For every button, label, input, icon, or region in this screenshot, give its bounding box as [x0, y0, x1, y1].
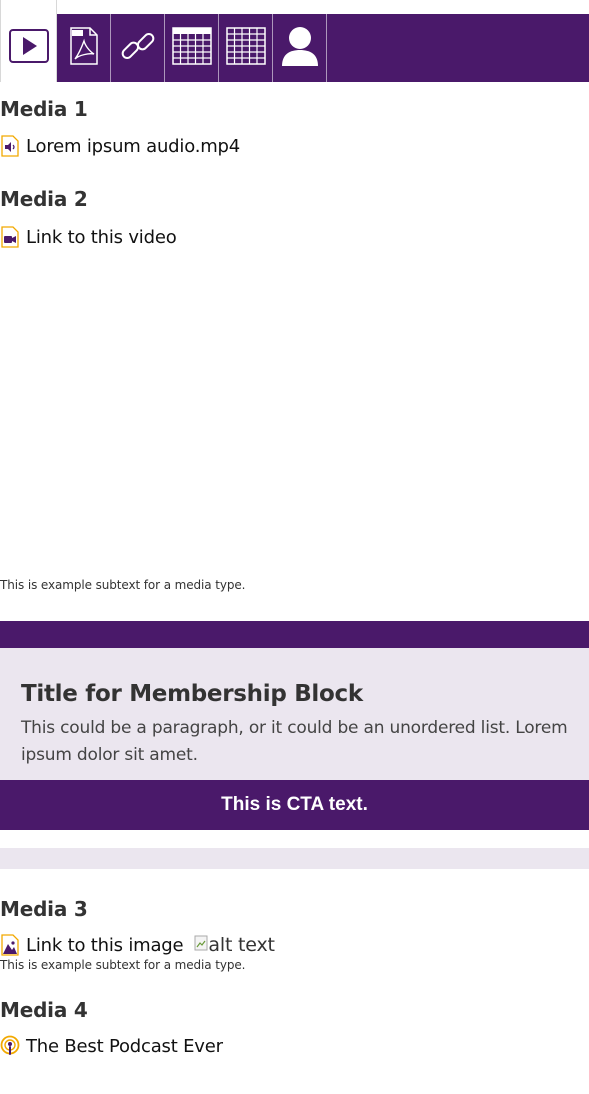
- link-icon: [118, 26, 158, 70]
- media-1-link[interactable]: Lorem ipsum audio.mp4: [26, 136, 240, 157]
- grid-large-icon: [225, 26, 266, 70]
- media-4-link[interactable]: The Best Podcast Ever: [26, 1036, 223, 1057]
- media-2-title: Media 2: [0, 187, 88, 211]
- media-4-section: Media 4 The Best Podcast Ever: [0, 998, 589, 1057]
- image-alt-text: alt text: [208, 934, 275, 956]
- media-3-link[interactable]: Link to this image: [26, 935, 184, 956]
- media-4-title: Media 4: [0, 998, 88, 1022]
- media-2-section: Media 2 Link to this video This is examp…: [0, 187, 589, 592]
- media-tab-bar: [0, 0, 589, 82]
- tab-table-large[interactable]: [219, 14, 273, 82]
- video-embed-area: [0, 248, 589, 578]
- tab-media[interactable]: [0, 0, 57, 82]
- tab-table-small[interactable]: [165, 14, 219, 82]
- user-icon: [280, 25, 320, 71]
- image-file-icon: [0, 934, 20, 956]
- media-1-link-row[interactable]: Lorem ipsum audio.mp4: [0, 135, 589, 157]
- broken-image-icon: [194, 934, 208, 956]
- media-4-link-row[interactable]: The Best Podcast Ever: [0, 1035, 589, 1057]
- membership-text: This could be a paragraph, or it could b…: [21, 718, 568, 765]
- media-1-section: Media 1 Lorem ipsum audio.mp4: [0, 97, 589, 157]
- media-3-title: Media 3: [0, 897, 88, 921]
- video-file-icon: [0, 226, 20, 248]
- podcast-icon: [0, 1035, 20, 1057]
- pdf-icon: [69, 27, 99, 69]
- tab-link[interactable]: [111, 14, 165, 82]
- media-2-link[interactable]: Link to this video: [26, 227, 177, 248]
- membership-footer: [0, 848, 589, 869]
- play-icon: [8, 29, 49, 67]
- audio-file-icon: [0, 135, 20, 157]
- grid-small-icon: [171, 26, 212, 70]
- media-3-link-row[interactable]: Link to this image alt text: [0, 934, 589, 956]
- membership-block: Title for Membership Block This could be…: [0, 648, 589, 830]
- media-2-link-row[interactable]: Link to this video: [0, 226, 589, 248]
- media-3-subtext: This is example subtext for a media type…: [0, 958, 246, 972]
- tab-pdf[interactable]: [57, 14, 111, 82]
- membership-header-bar: [0, 621, 589, 648]
- membership-title: Title for Membership Block: [21, 681, 363, 707]
- tab-profile[interactable]: [273, 14, 327, 82]
- media-2-subtext: This is example subtext for a media type…: [0, 578, 246, 592]
- media-1-title: Media 1: [0, 97, 88, 121]
- cta-button[interactable]: This is CTA text.: [0, 780, 589, 830]
- broken-image: alt text: [194, 934, 275, 956]
- media-3-section: Media 3 Link to this image alt text This…: [0, 897, 589, 972]
